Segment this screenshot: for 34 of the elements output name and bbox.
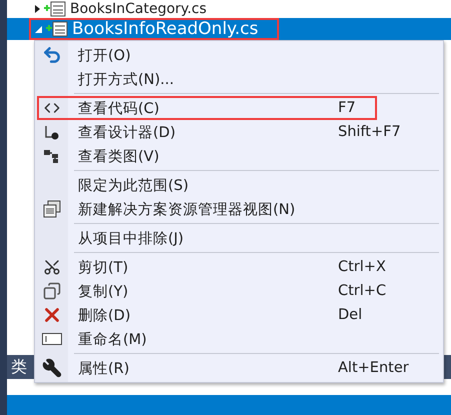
menu-item[interactable]: 限定为此范围(S) [35,173,443,197]
windows-icon [42,200,60,218]
scissors-icon [42,258,60,276]
file-icon [44,1,66,17]
tab-label[interactable]: 类 [11,356,27,378]
redo-arrow-icon [42,45,62,65]
rename-icon [42,333,62,345]
menu-item[interactable]: 剪切(T) Ctrl+X [35,255,443,279]
shortcut-text: Shift+F7 [338,124,402,140]
shortcut-text: Ctrl+C [338,283,388,299]
tree-row[interactable]: BooksInfoReadOnly.cs [7,18,451,40]
wrench-icon [42,358,62,378]
file-icon [46,21,68,37]
menu-item[interactable]: 查看代码(C) F7 [35,96,443,120]
menu-item[interactable]: 查看设计器(D) Shift+F7 [35,120,443,144]
class-diagram-icon [42,148,60,164]
file-name: BooksInCategory.cs [70,1,207,17]
menu-item[interactable]: 新建解决方案资源管理器视图(N) [35,197,443,221]
menu-item[interactable]: 查看类图(V) [35,144,443,168]
copy-icon [42,282,60,300]
menu-item[interactable]: 打开(O) [35,43,443,67]
code-icon [44,100,60,116]
shortcut-text: Del [338,307,364,323]
designer-icon [44,124,60,140]
menu-item[interactable]: 属性(R) Alt+Enter [35,356,443,380]
menu-item[interactable]: 重命名(M) [35,327,443,351]
shortcut-text: Ctrl+X [338,259,387,275]
menu-item[interactable]: 复制(Y) Ctrl+C [35,279,443,303]
menu-item[interactable]: 删除(D) Del [35,303,443,327]
file-name: BooksInfoReadOnly.cs [72,19,258,39]
menu-item[interactable]: 从项目中排除(J) [35,226,443,250]
shortcut-text: F7 [338,100,357,116]
menu-item[interactable]: 打开方式(N)... [35,67,443,91]
shortcut-text: Alt+Enter [338,360,410,376]
